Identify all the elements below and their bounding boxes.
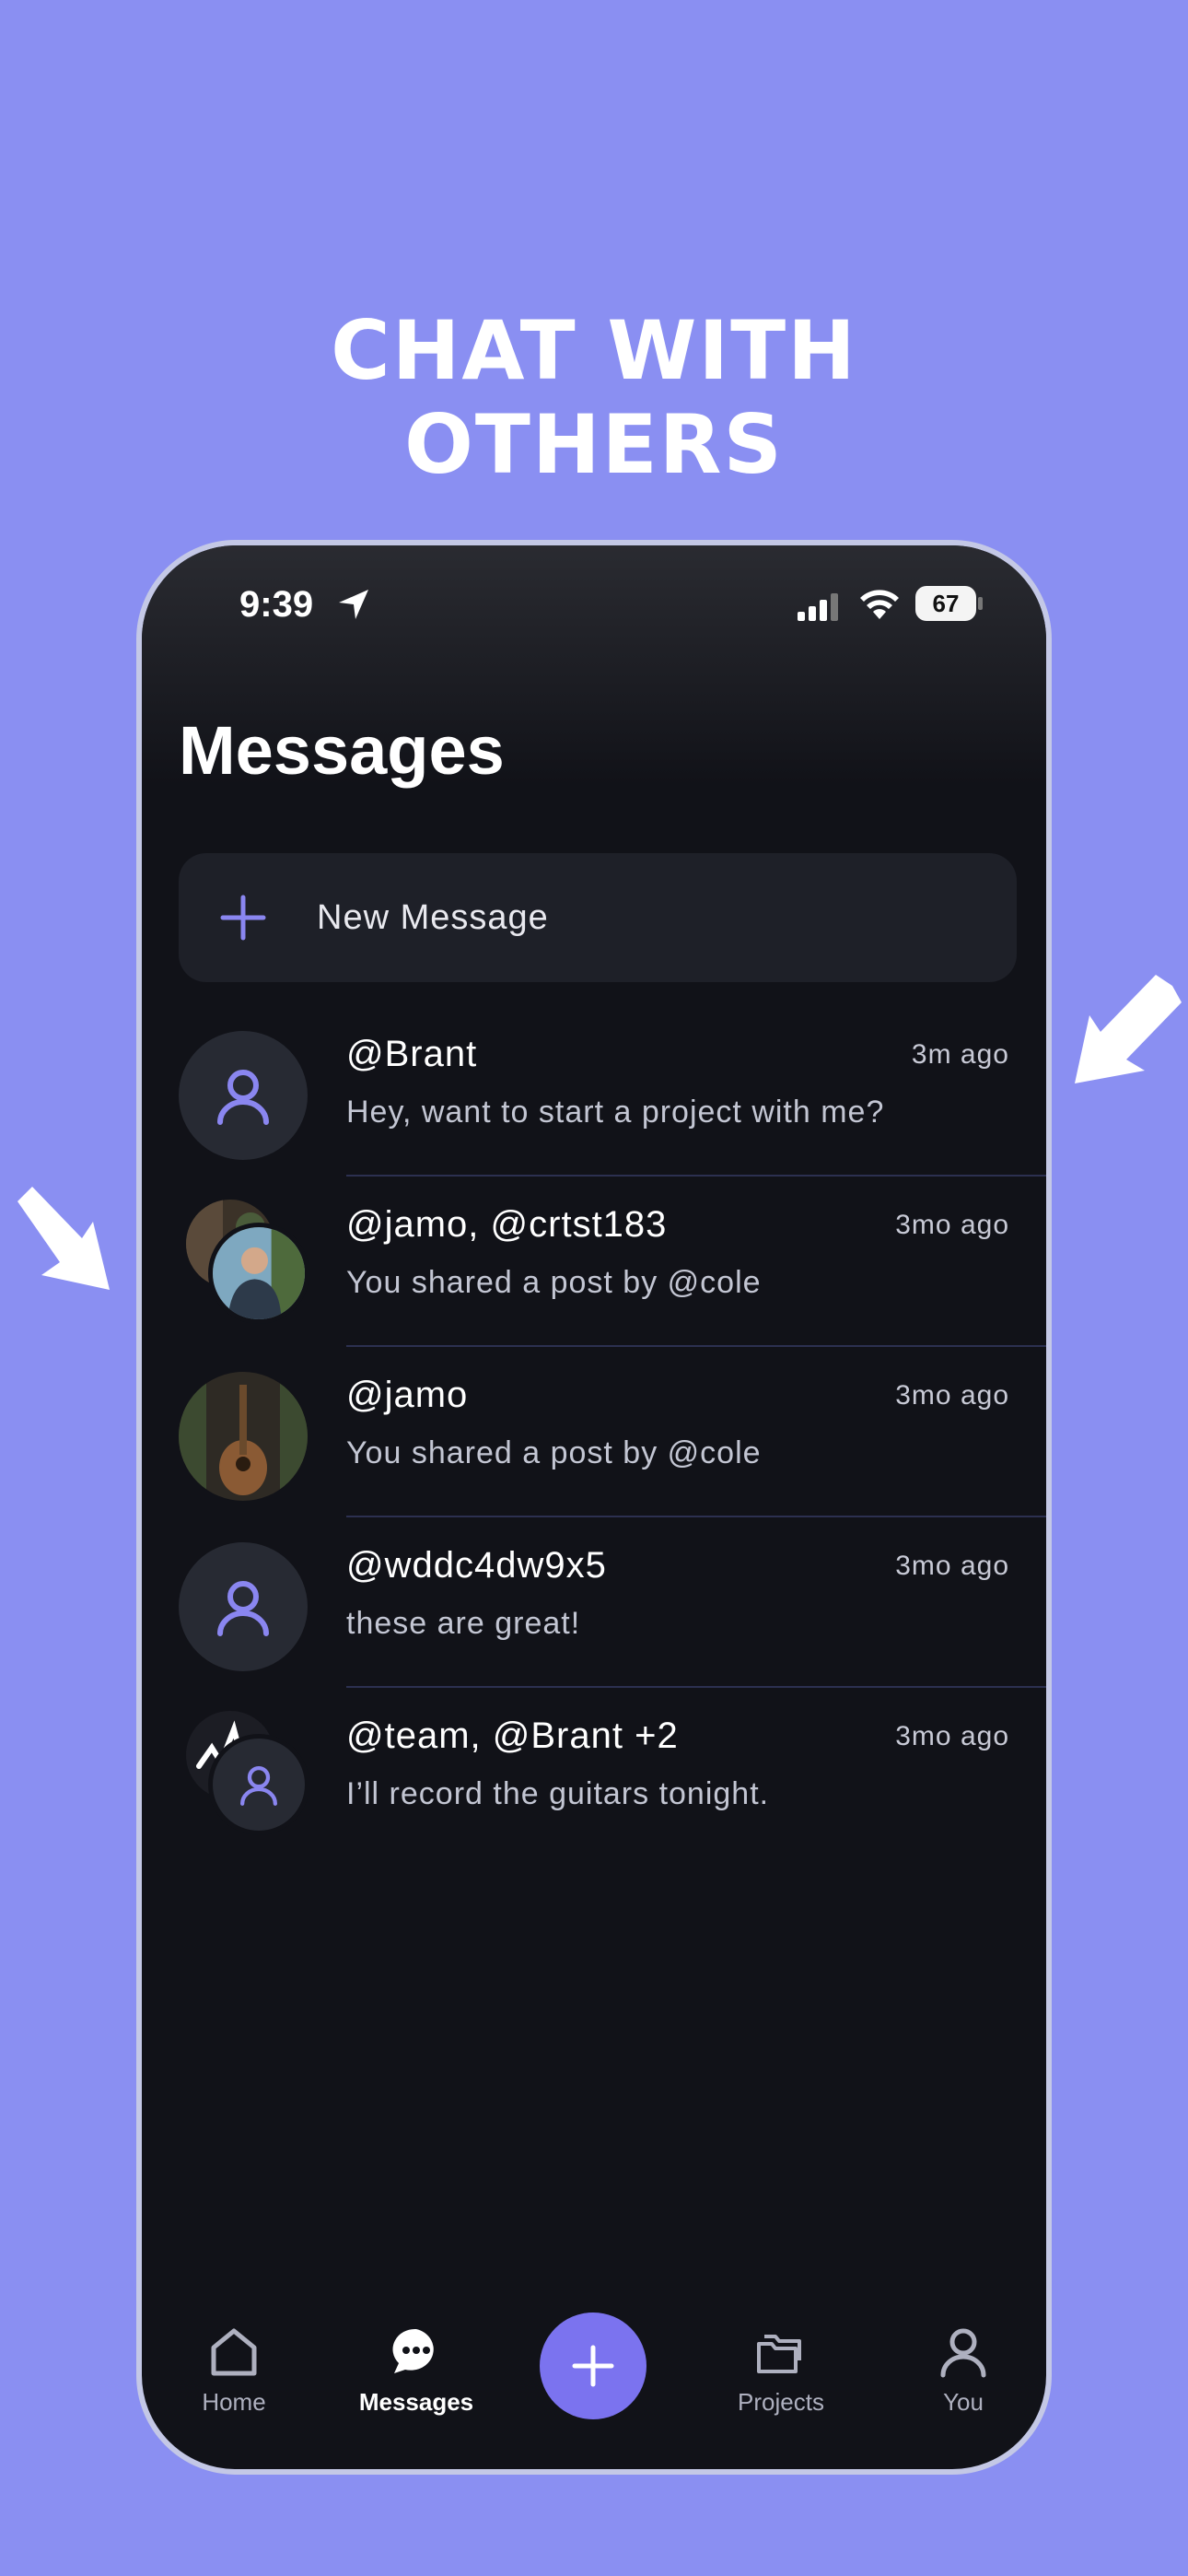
- chat-bubble-icon: [392, 2328, 434, 2373]
- phone-frame: 9:39 67 Messages New Message @Brant 3m a…: [136, 540, 1052, 2475]
- conversation-name: @jamo, @crtst183: [346, 1204, 668, 1245]
- avatar: [179, 1372, 308, 1501]
- user-icon: [217, 1070, 269, 1125]
- conversation-name: @jamo: [346, 1375, 469, 1415]
- conversation-preview: these are great!: [346, 1606, 581, 1641]
- status-bar: 9:39 67: [142, 579, 1046, 634]
- conversation-row[interactable]: @wddc4dw9x5 3mo ago these are great!: [142, 1517, 1046, 1688]
- status-time: 9:39: [239, 584, 314, 625]
- promo-headline: CHAT WITH OTHERS: [0, 304, 1188, 492]
- plus-icon: [572, 2345, 614, 2387]
- new-message-button[interactable]: New Message: [179, 853, 1017, 982]
- tab-projects[interactable]: Projects: [707, 2324, 855, 2417]
- promo-headline-line1: CHAT WITH: [331, 303, 857, 398]
- cellular-signal-icon: [798, 593, 838, 621]
- pointer-arrow-icon: [1075, 975, 1182, 1083]
- user-icon: [217, 1581, 269, 1636]
- battery-indicator: 67: [915, 586, 976, 621]
- conversation-time: 3mo ago: [895, 1551, 1009, 1581]
- conversation-time: 3m ago: [911, 1039, 1009, 1070]
- conversation-preview: Hey, want to start a project with me?: [346, 1095, 885, 1130]
- conversation-preview: You shared a post by @cole: [346, 1435, 762, 1470]
- battery-tip: [978, 597, 983, 610]
- location-arrow-icon: [339, 590, 368, 619]
- conversation-list: @Brant 3m ago Hey, want to start a proje…: [142, 1006, 1046, 1858]
- tab-you-label: You: [943, 2388, 984, 2416]
- tab-messages[interactable]: Messages: [343, 2324, 490, 2417]
- tab-home-label: Home: [202, 2388, 266, 2416]
- avatar: [179, 1031, 308, 1160]
- wifi-icon: [860, 590, 899, 619]
- conversation-name: @wddc4dw9x5: [346, 1545, 607, 1586]
- conversation-name: @Brant: [346, 1034, 478, 1074]
- folder-icon: [757, 2335, 801, 2373]
- tab-projects-label: Projects: [738, 2388, 824, 2416]
- avatar: [179, 1542, 308, 1671]
- tab-bar: Home Messages Projects You: [142, 2313, 1046, 2469]
- conversation-time: 3mo ago: [895, 1721, 1009, 1751]
- tab-messages-label: Messages: [358, 2388, 474, 2416]
- group-avatar-front: [208, 1223, 309, 1324]
- home-icon: [211, 2328, 257, 2376]
- plus-icon: [220, 895, 266, 941]
- conversation-row[interactable]: @jamo 3mo ago You shared a post by @cole: [142, 1347, 1046, 1517]
- conversation-preview: I’ll record the guitars tonight.: [346, 1776, 770, 1811]
- conversation-time: 3mo ago: [895, 1210, 1009, 1240]
- user-icon: [940, 2328, 986, 2378]
- group-avatar-front: [208, 1734, 309, 1835]
- conversation-row[interactable]: @team, @Brant +2 3mo ago I’ll record the…: [142, 1688, 1046, 1858]
- new-message-label: New Message: [317, 897, 549, 937]
- create-button[interactable]: [540, 2313, 646, 2419]
- conversation-row[interactable]: @jamo, @crtst183 3mo ago You shared a po…: [142, 1177, 1046, 1347]
- conversation-name: @team, @Brant +2: [346, 1715, 679, 1756]
- tab-home[interactable]: Home: [160, 2324, 308, 2417]
- conversation-row[interactable]: @Brant 3m ago Hey, want to start a proje…: [142, 1006, 1046, 1177]
- pointer-arrow-icon: [17, 1187, 110, 1290]
- page-title: Messages: [179, 712, 505, 789]
- promo-stage: CHAT WITH OTHERS 9:39 67 Messages New Me…: [0, 0, 1188, 2576]
- conversation-time: 3mo ago: [895, 1380, 1009, 1411]
- promo-headline-line2: OTHERS: [404, 397, 784, 492]
- user-icon: [240, 1766, 278, 1806]
- conversation-preview: You shared a post by @cole: [346, 1265, 762, 1300]
- tab-you[interactable]: You: [890, 2324, 1037, 2417]
